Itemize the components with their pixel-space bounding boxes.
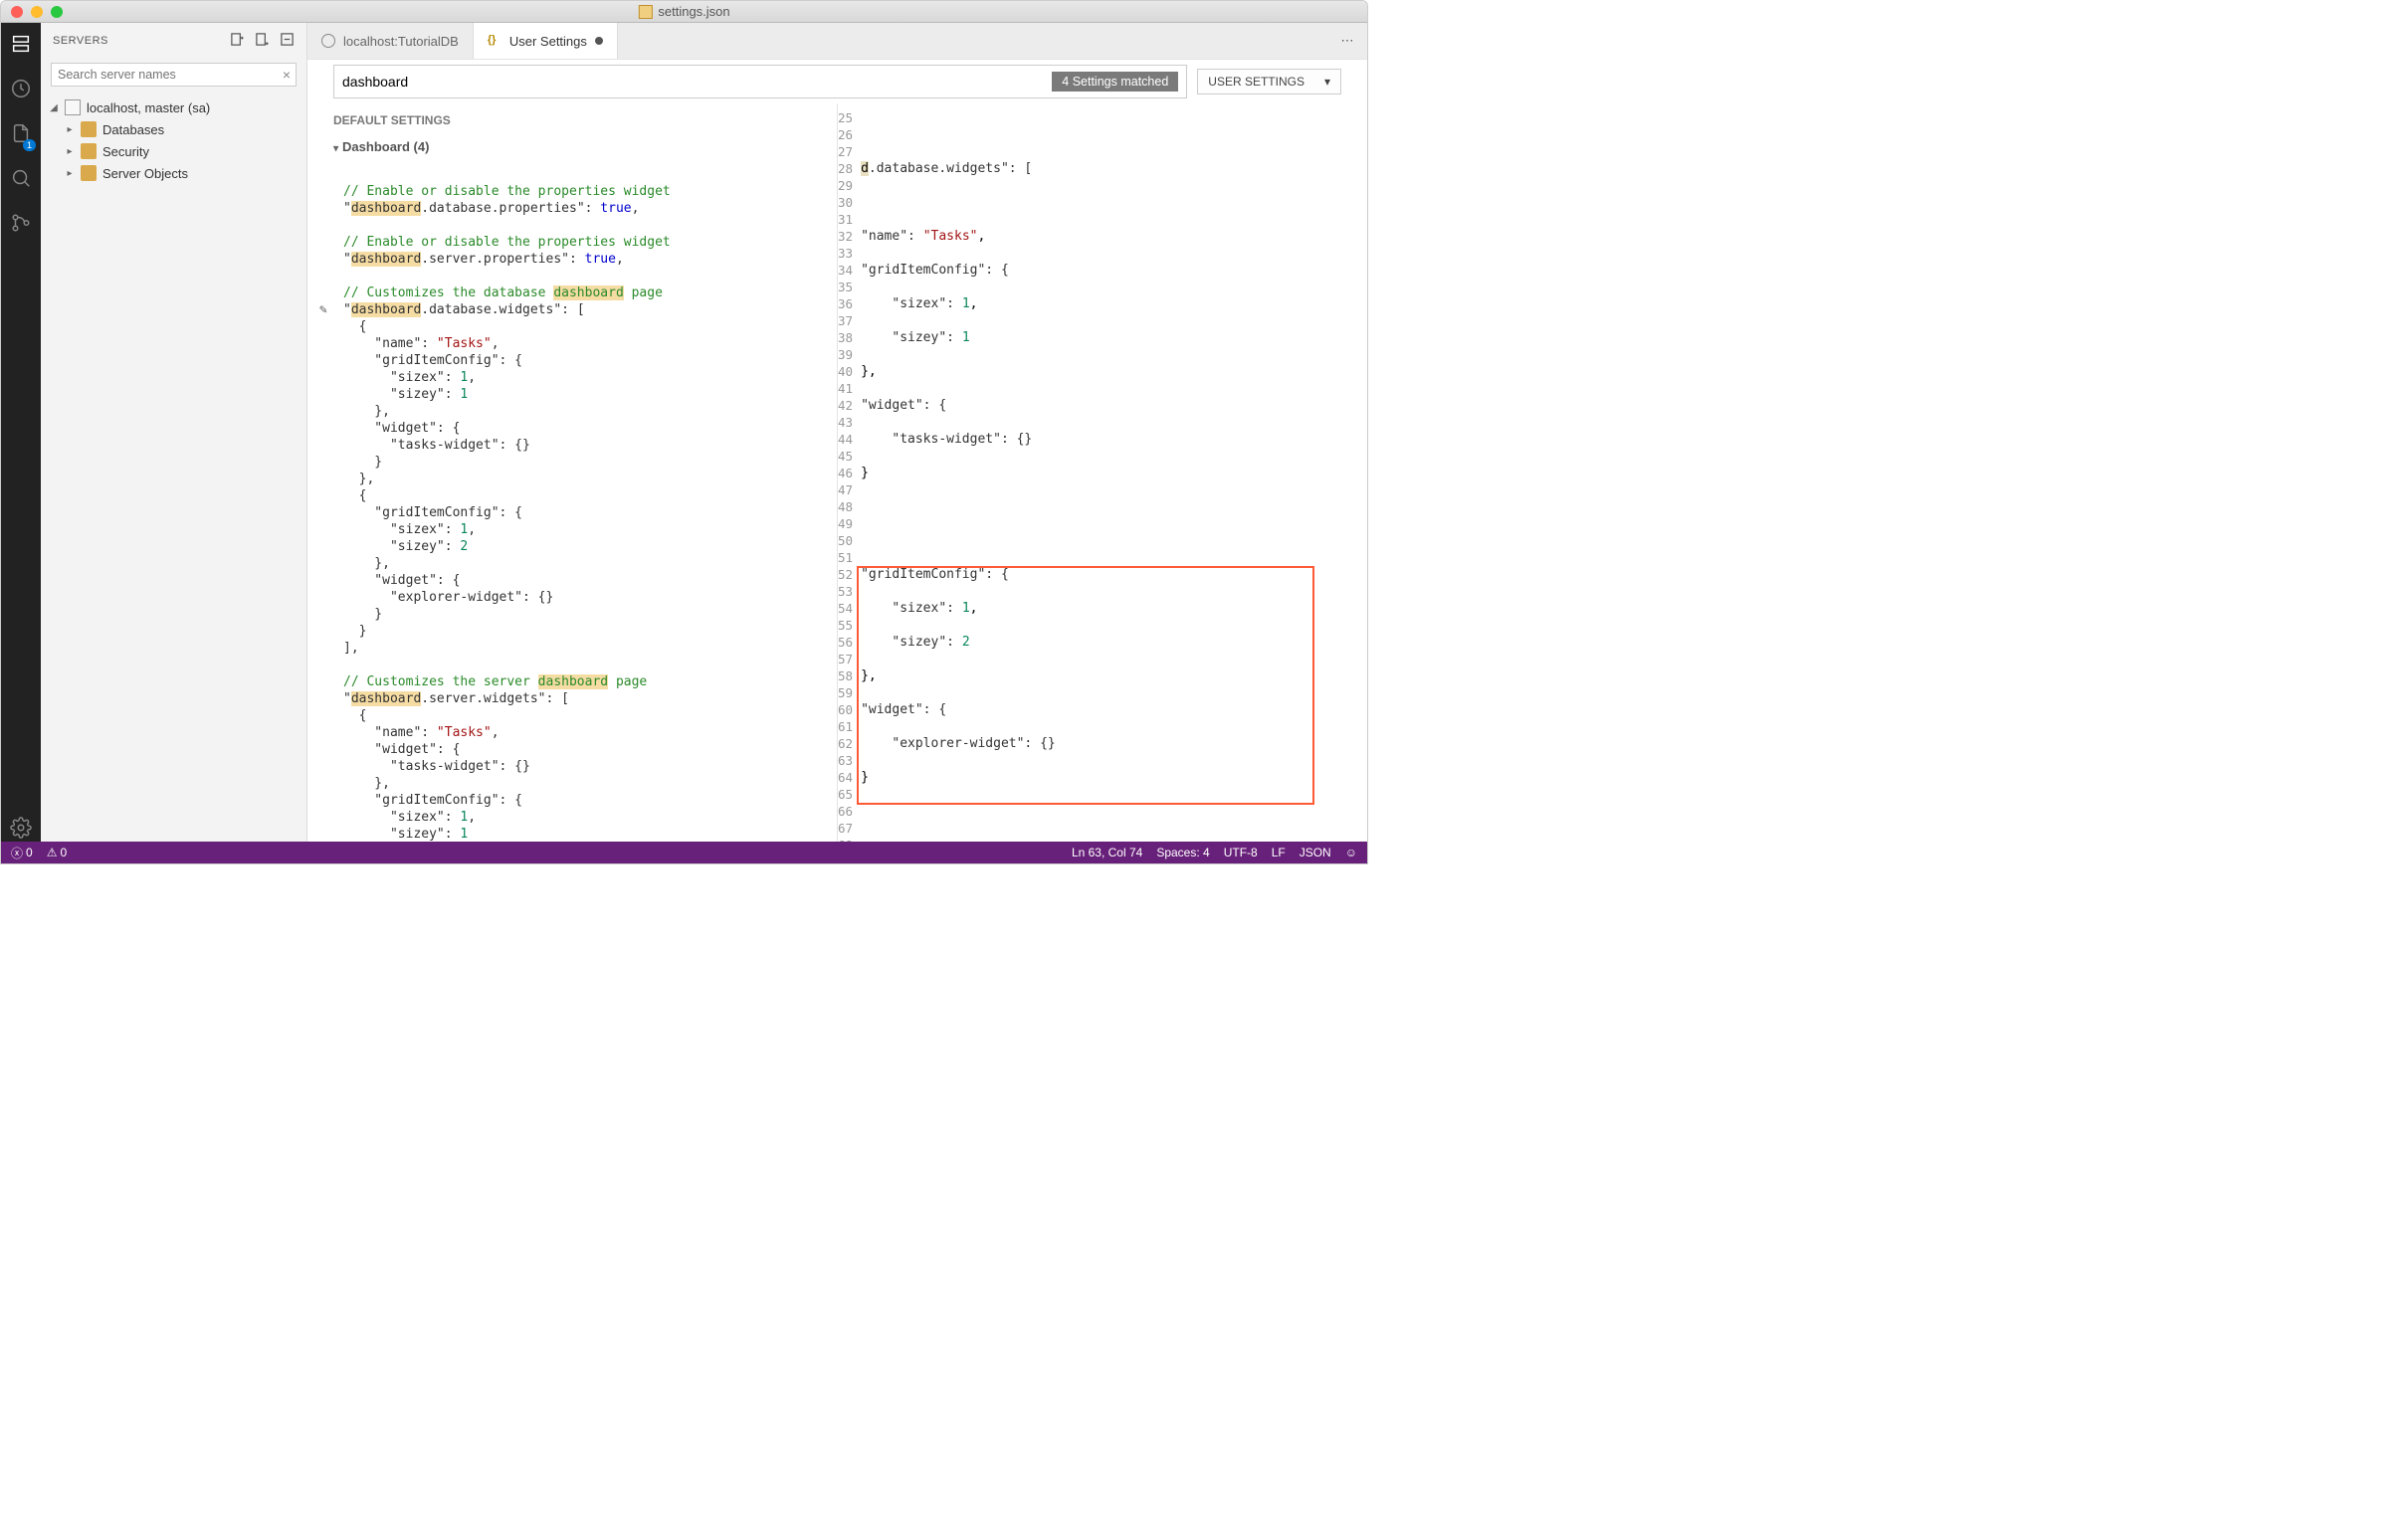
close-window-button[interactable] (11, 6, 23, 18)
settings-search-input[interactable] (342, 74, 1052, 90)
tab-bar: localhost:TutorialDB {} User Settings ⋯ (307, 23, 1367, 60)
sidebar: SERVERS × ◢ localhost, master (sa) ▸ (41, 23, 307, 842)
settings-search-wrap: 4 Settings matched (333, 65, 1187, 98)
database-icon (321, 34, 335, 48)
default-settings-pane[interactable]: DEFAULT SETTINGS ▸Dashboard (4) // Enabl… (307, 103, 838, 842)
maximize-window-button[interactable] (51, 6, 63, 18)
line-number-gutter: 2526272829303132333435363738394041424344… (838, 103, 861, 842)
status-spaces[interactable]: Spaces: 4 (1156, 846, 1209, 859)
collapse-all-icon[interactable] (280, 32, 295, 50)
dirty-indicator-icon (595, 37, 603, 45)
status-feedback-icon[interactable]: ☺ (1345, 846, 1357, 859)
json-icon: {} (488, 34, 502, 48)
status-warnings[interactable]: ⚠ 0 (47, 846, 67, 859)
file-icon (638, 5, 652, 19)
edit-pencil-icon[interactable]: ✎ (319, 301, 327, 318)
explorer-badge: 1 (23, 139, 36, 151)
server-icon (65, 99, 81, 115)
tree-node-server-objects[interactable]: ▸ Server Objects (41, 162, 306, 184)
clear-search-icon[interactable]: × (283, 67, 291, 83)
sidebar-search-input[interactable] (51, 63, 297, 87)
activity-settings-icon[interactable] (10, 817, 32, 842)
activity-explorer-icon[interactable]: 1 (10, 122, 32, 147)
window-title: settings.json (658, 4, 729, 19)
settings-match-badge: 4 Settings matched (1052, 72, 1178, 92)
tree-node-databases[interactable]: ▸ Databases (41, 118, 306, 140)
status-eol[interactable]: LF (1272, 846, 1286, 859)
activity-history-icon[interactable] (10, 78, 32, 102)
status-cursor-pos[interactable]: Ln 63, Col 74 (1072, 846, 1142, 859)
tree-root[interactable]: ◢ localhost, master (sa) (41, 96, 306, 118)
activity-bar: 1 (1, 23, 41, 842)
user-settings-pane[interactable]: 2526272829303132333435363738394041424344… (838, 103, 1367, 842)
activity-source-control-icon[interactable] (10, 212, 32, 237)
default-settings-code: // Enable or disable the properties widg… (307, 166, 837, 842)
tab-overflow-button[interactable]: ⋯ (1327, 23, 1367, 59)
activity-search-icon[interactable] (10, 167, 32, 192)
folder-icon (81, 121, 97, 137)
sidebar-title: SERVERS (53, 35, 108, 47)
new-group-icon[interactable] (255, 32, 270, 50)
folder-icon (81, 165, 97, 181)
status-language[interactable]: JSON (1300, 846, 1331, 859)
settings-group-dashboard[interactable]: ▸Dashboard (4) (307, 133, 837, 166)
chevron-down-icon: ▾ (1324, 75, 1330, 89)
user-settings-code[interactable]: d.database.widgets": [ "name": "Tasks", … (861, 103, 1367, 842)
settings-scope-select[interactable]: USER SETTINGS ▾ (1197, 69, 1341, 95)
activity-servers-icon[interactable] (10, 33, 32, 58)
new-connection-icon[interactable] (230, 32, 245, 50)
status-bar: ⓧ 0 ⚠ 0 Ln 63, Col 74 Spaces: 4 UTF-8 LF… (1, 842, 1367, 863)
tab-user-settings[interactable]: {} User Settings (474, 23, 618, 59)
titlebar: settings.json (1, 1, 1367, 23)
default-settings-label: DEFAULT SETTINGS (307, 103, 837, 133)
status-encoding[interactable]: UTF-8 (1224, 846, 1258, 859)
tab-tutorial-db[interactable]: localhost:TutorialDB (307, 23, 474, 59)
folder-icon (81, 143, 97, 159)
tree-node-security[interactable]: ▸ Security (41, 140, 306, 162)
status-errors[interactable]: ⓧ 0 (11, 845, 33, 861)
minimize-window-button[interactable] (31, 6, 43, 18)
